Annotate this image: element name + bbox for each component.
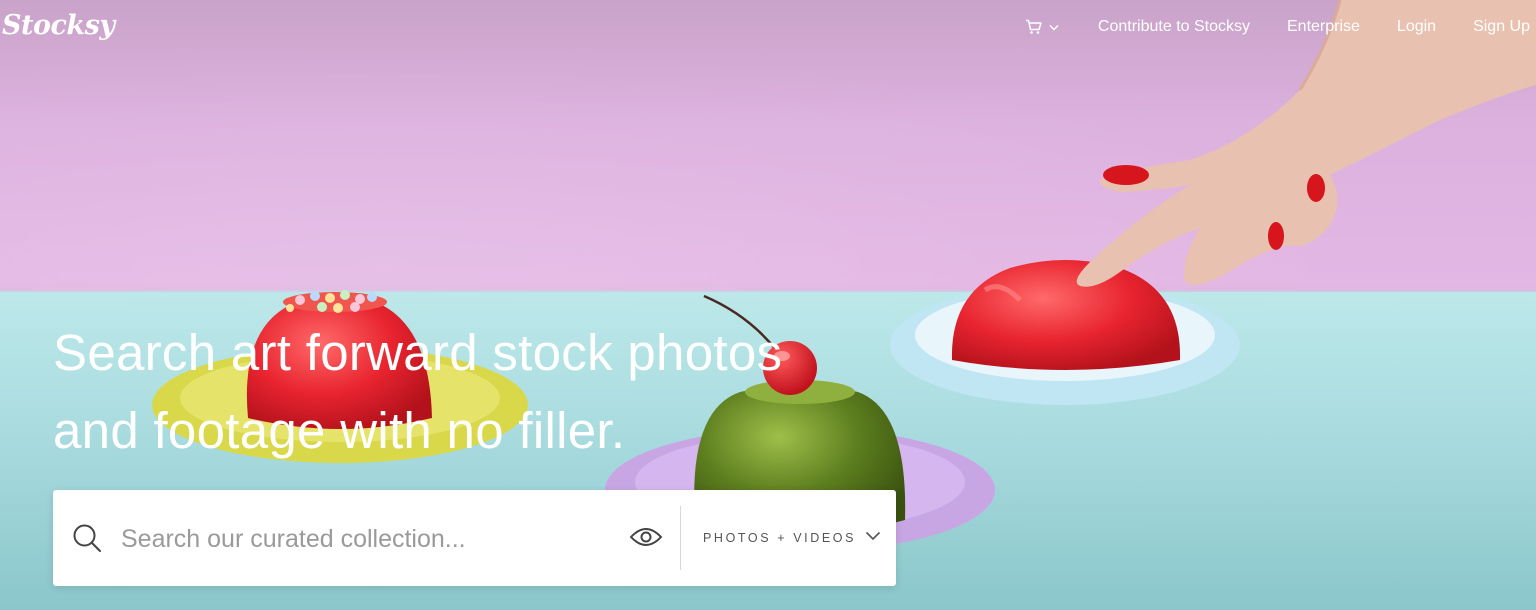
search-bar: PHOTOS + VIDEOS	[53, 490, 896, 586]
nav-contribute-link[interactable]: Contribute to Stocksy	[1098, 18, 1250, 36]
hero-headline-line1: Search art forward stock photos	[53, 324, 783, 381]
nav-enterprise-link[interactable]: Enterprise	[1287, 18, 1360, 36]
cart-button[interactable]	[1025, 19, 1059, 35]
nav-signup-link[interactable]: Sign Up	[1473, 18, 1530, 36]
hero-headline: Search art forward stock photos and foot…	[53, 314, 953, 470]
search-input[interactable]	[119, 517, 623, 561]
chevron-down-icon	[865, 531, 881, 541]
nav-login-link[interactable]: Login	[1397, 18, 1436, 36]
search-divider	[680, 506, 681, 570]
eye-icon[interactable]	[629, 524, 663, 550]
stocksy-logo[interactable]: Stocksy	[2, 10, 115, 41]
cart-icon	[1025, 19, 1042, 34]
cart-chevron-down-icon	[1049, 24, 1059, 30]
search-icon[interactable]	[72, 523, 102, 553]
top-nav: Contribute to Stocksy Enterprise Login S…	[1025, 0, 1536, 54]
media-type-select[interactable]: PHOTOS + VIDEOS	[689, 518, 889, 558]
media-type-selected: PHOTOS + VIDEOS	[703, 531, 857, 545]
hero-headline-line2: and footage with no filler.	[53, 402, 626, 459]
